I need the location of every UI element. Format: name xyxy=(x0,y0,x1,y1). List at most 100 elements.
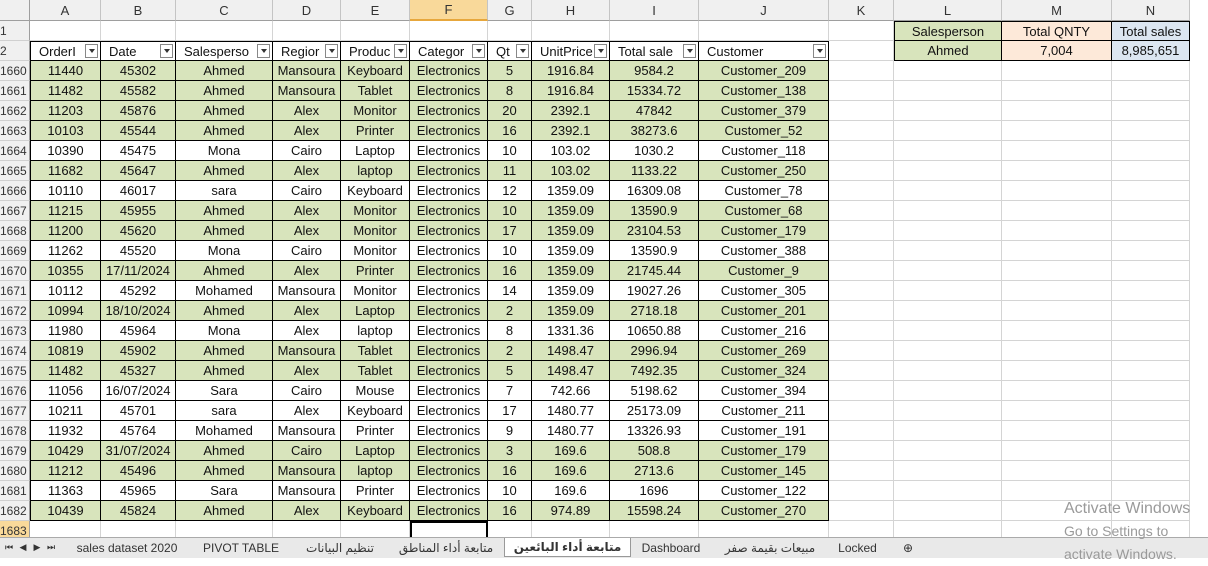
empty-cell[interactable] xyxy=(1112,341,1190,361)
table-cell[interactable]: 16/07/2024 xyxy=(101,381,176,401)
table-cell[interactable]: 47842 xyxy=(610,101,699,121)
table-cell[interactable]: 1133.22 xyxy=(610,161,699,181)
table-cell[interactable]: Electronics xyxy=(410,321,488,341)
table-cell[interactable]: Printer xyxy=(341,121,410,141)
table-cell[interactable]: Mansoura xyxy=(273,341,341,361)
table-cell[interactable]: 1331.36 xyxy=(532,321,610,341)
empty-cell[interactable] xyxy=(894,441,1002,461)
empty-cell[interactable] xyxy=(894,181,1002,201)
table-cell[interactable]: Monitor xyxy=(341,221,410,241)
table-cell[interactable]: Mohamed xyxy=(176,421,273,441)
empty-cell[interactable] xyxy=(1002,361,1112,381)
table-cell[interactable]: laptop xyxy=(341,461,410,481)
new-sheet-icon[interactable]: ⊕ xyxy=(895,538,921,557)
table-cell[interactable]: Electronics xyxy=(410,461,488,481)
empty-cell[interactable] xyxy=(829,341,894,361)
table-cell[interactable]: Alex xyxy=(273,361,341,381)
row-header[interactable]: 1678 xyxy=(0,421,30,441)
table-cell[interactable]: 10103 xyxy=(30,121,101,141)
next-sheet-icon[interactable]: ▶ xyxy=(32,541,42,554)
table-cell[interactable]: 45824 xyxy=(101,501,176,521)
table-cell[interactable]: 1480.77 xyxy=(532,421,610,441)
table-cell[interactable]: 17/11/2024 xyxy=(101,261,176,281)
empty-cell[interactable] xyxy=(1112,61,1190,81)
table-cell[interactable]: 45620 xyxy=(101,221,176,241)
empty-cell[interactable] xyxy=(410,21,488,41)
table-cell[interactable]: Electronics xyxy=(410,61,488,81)
table-cell[interactable]: 1359.09 xyxy=(532,281,610,301)
table-cell[interactable]: 45302 xyxy=(101,61,176,81)
table-cell[interactable]: Cairo xyxy=(273,441,341,461)
empty-cell[interactable] xyxy=(894,81,1002,101)
table-cell[interactable]: 20 xyxy=(488,101,532,121)
table-cell[interactable]: Alex xyxy=(273,301,341,321)
table-cell[interactable]: 2996.94 xyxy=(610,341,699,361)
table-cell[interactable]: 13590.9 xyxy=(610,201,699,221)
empty-cell[interactable] xyxy=(1002,101,1112,121)
empty-cell[interactable] xyxy=(610,521,699,538)
table-cell[interactable]: Customer_305 xyxy=(699,281,829,301)
table-cell[interactable]: Cairo xyxy=(273,141,341,161)
empty-cell[interactable] xyxy=(1002,61,1112,81)
table-cell[interactable]: Tablet xyxy=(341,341,410,361)
empty-cell[interactable] xyxy=(894,221,1002,241)
table-cell[interactable]: Mansoura xyxy=(273,81,341,101)
row-header[interactable]: 1680 xyxy=(0,461,30,481)
table-cell[interactable]: 45764 xyxy=(101,421,176,441)
table-cell[interactable]: 18/10/2024 xyxy=(101,301,176,321)
table-cell[interactable]: 16309.08 xyxy=(610,181,699,201)
empty-cell[interactable] xyxy=(894,361,1002,381)
sheet-tab-7[interactable]: Locked xyxy=(830,538,885,557)
table-cell[interactable]: 16 xyxy=(488,261,532,281)
empty-cell[interactable] xyxy=(1112,381,1190,401)
table-cell[interactable]: 10439 xyxy=(30,501,101,521)
table-cell[interactable]: Electronics xyxy=(410,241,488,261)
empty-cell[interactable] xyxy=(829,361,894,381)
empty-cell[interactable] xyxy=(1002,281,1112,301)
filter-dropdown-icon[interactable] xyxy=(257,44,270,58)
table-cell[interactable]: Mansoura xyxy=(273,461,341,481)
table-cell[interactable]: 8 xyxy=(488,321,532,341)
table-cell[interactable]: 1359.09 xyxy=(532,301,610,321)
empty-cell[interactable] xyxy=(410,521,488,538)
empty-cell[interactable] xyxy=(894,521,1002,538)
row-header[interactable]: 1671 xyxy=(0,281,30,301)
empty-cell[interactable] xyxy=(1002,301,1112,321)
table-cell[interactable]: 1359.09 xyxy=(532,241,610,261)
filter-dropdown-icon[interactable] xyxy=(160,44,173,58)
column-header-c[interactable]: C xyxy=(176,0,273,21)
empty-cell[interactable] xyxy=(829,521,894,538)
table-cell[interactable]: 1030.2 xyxy=(610,141,699,161)
table-cell[interactable]: 11 xyxy=(488,161,532,181)
table-cell[interactable]: Printer xyxy=(341,481,410,501)
table-cell[interactable]: sara xyxy=(176,181,273,201)
table-cell[interactable]: Laptop xyxy=(341,141,410,161)
row-header[interactable]: 1660 xyxy=(0,61,30,81)
table-cell[interactable]: Customer_379 xyxy=(699,101,829,121)
table-cell[interactable]: Electronics xyxy=(410,341,488,361)
empty-cell[interactable] xyxy=(1002,421,1112,441)
table-cell[interactable]: 5198.62 xyxy=(610,381,699,401)
empty-cell[interactable] xyxy=(1112,201,1190,221)
empty-cell[interactable] xyxy=(101,21,176,41)
row-header[interactable]: 1669 xyxy=(0,241,30,261)
empty-cell[interactable] xyxy=(829,221,894,241)
empty-cell[interactable] xyxy=(1002,381,1112,401)
table-cell[interactable]: 45647 xyxy=(101,161,176,181)
table-cell[interactable]: Mohamed xyxy=(176,281,273,301)
table-cell[interactable]: 169.6 xyxy=(532,441,610,461)
table-cell[interactable]: Ahmed xyxy=(176,201,273,221)
table-cell[interactable]: Mona xyxy=(176,241,273,261)
table-cell[interactable]: Electronics xyxy=(410,121,488,141)
empty-cell[interactable] xyxy=(1112,221,1190,241)
column-header-e[interactable]: E xyxy=(341,0,410,21)
table-cell[interactable]: 38273.6 xyxy=(610,121,699,141)
table-cell[interactable]: Ahmed xyxy=(176,221,273,241)
empty-cell[interactable] xyxy=(176,21,273,41)
row-header[interactable]: 1664 xyxy=(0,141,30,161)
table-cell[interactable]: 45544 xyxy=(101,121,176,141)
table-cell[interactable]: Ahmed xyxy=(176,161,273,181)
sheet-tab-0[interactable]: sales dataset 2020 xyxy=(64,538,190,557)
table-header-cell[interactable]: Categor xyxy=(410,41,488,61)
table-cell[interactable]: Electronics xyxy=(410,161,488,181)
